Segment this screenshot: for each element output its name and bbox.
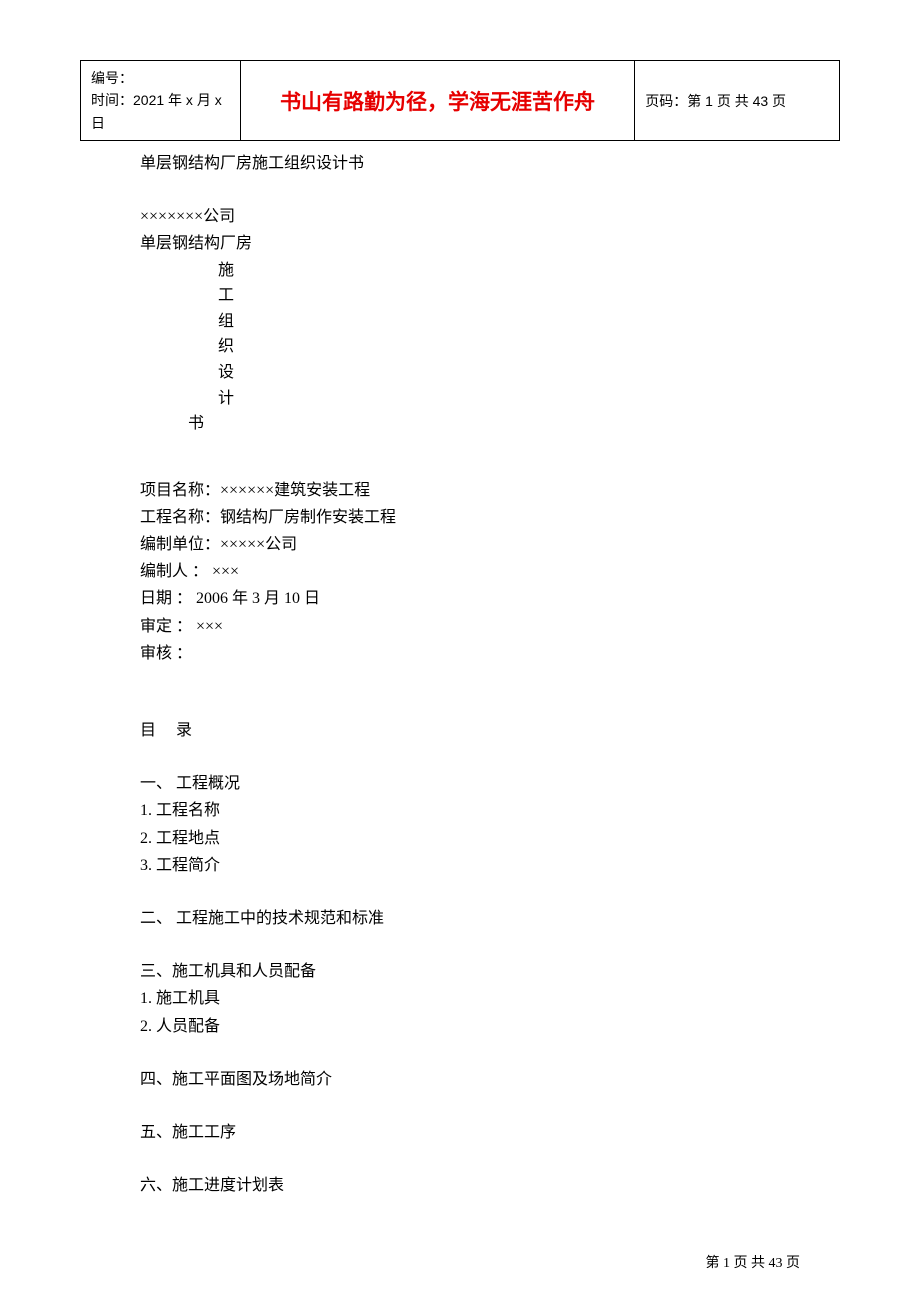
info-reviewer: 审核 ：: [140, 640, 780, 667]
toc-sec3-head: 三、施工机具和人员配备: [140, 958, 780, 985]
toc-sec5: 五、施工工序: [140, 1119, 780, 1146]
vchar-2: 组: [140, 309, 780, 335]
header-center-cell: 书山有路勤为径，学海无涯苦作舟: [240, 61, 634, 141]
vchar-last: 书: [140, 411, 780, 437]
info-compile-unit: 编制单位：×××××公司: [140, 531, 780, 558]
vchar-0: 施: [140, 258, 780, 284]
toc-sec3-item1: 2. 人员配备: [140, 1013, 780, 1040]
toc-sec6: 六、施工进度计划表: [140, 1172, 780, 1199]
info-date: 日期 ： 2006 年 3 月 10 日: [140, 585, 780, 612]
info-engineering-name: 工程名称：钢结构厂房制作安装工程: [140, 504, 780, 531]
header-right-cell: 页码：第 1 页 共 43 页: [635, 61, 840, 141]
page-footer: 第 1 页 共 43 页: [706, 1252, 801, 1272]
toc-sec1-item1: 2. 工程地点: [140, 825, 780, 852]
header-bianhao: 编号：: [91, 67, 230, 89]
toc-sec1-item0: 1. 工程名称: [140, 797, 780, 824]
toc-sec1: 一、 工程概况 1. 工程名称 2. 工程地点 3. 工程简介: [140, 770, 780, 879]
vchar-4: 设: [140, 360, 780, 386]
toc-sec5-head: 五、施工工序: [140, 1119, 780, 1146]
vchar-1: 工: [140, 283, 780, 309]
company-line: ×××××××公司: [140, 203, 780, 230]
vchar-5: 计: [140, 386, 780, 412]
toc-sec2-head: 二、 工程施工中的技术规范和标准: [140, 905, 780, 932]
toc-sec3: 三、施工机具和人员配备 1. 施工机具 2. 人员配备: [140, 958, 780, 1040]
subtitle-line: 单层钢结构厂房: [140, 230, 780, 257]
document-body: 单层钢结构厂房施工组织设计书 ×××××××公司 单层钢结构厂房 施 工 组 织…: [140, 150, 780, 1225]
toc-sec4-head: 四、施工平面图及场地简介: [140, 1066, 780, 1093]
toc-sec1-head: 一、 工程概况: [140, 770, 780, 797]
document-title: 单层钢结构厂房施工组织设计书: [140, 150, 780, 177]
header-left-cell: 编号： 时间：2021 年 x 月 x 日: [81, 61, 241, 141]
toc-sec6-head: 六、施工进度计划表: [140, 1172, 780, 1199]
cover-block: ×××××××公司 单层钢结构厂房 施 工 组 织 设 计 书: [140, 203, 780, 437]
toc-sec1-item2: 3. 工程简介: [140, 852, 780, 879]
vchar-3: 织: [140, 334, 780, 360]
info-compiler: 编制人 ： ×××: [140, 558, 780, 585]
project-info: 项目名称：××××××建筑安装工程 工程名称：钢结构厂房制作安装工程 编制单位：…: [140, 477, 780, 667]
toc-sec2: 二、 工程施工中的技术规范和标准: [140, 905, 780, 932]
toc-heading: 目 录: [140, 717, 780, 744]
info-approver: 审定 ： ×××: [140, 613, 780, 640]
toc-sec3-item0: 1. 施工机具: [140, 985, 780, 1012]
toc-sec4: 四、施工平面图及场地简介: [140, 1066, 780, 1093]
info-project-name: 项目名称：××××××建筑安装工程: [140, 477, 780, 504]
header-table: 编号： 时间：2021 年 x 月 x 日 书山有路勤为径，学海无涯苦作舟 页码…: [80, 60, 840, 141]
header-time: 时间：2021 年 x 月 x 日: [91, 89, 230, 134]
